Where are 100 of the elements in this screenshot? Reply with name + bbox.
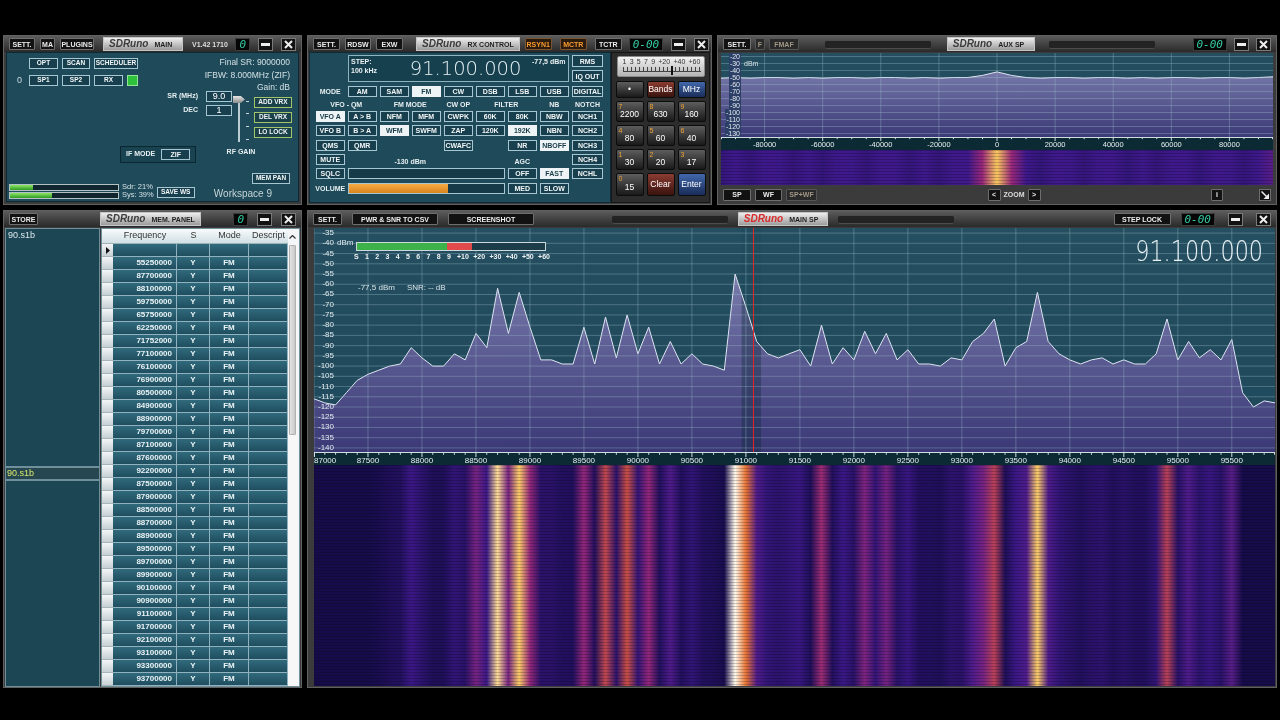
close-button[interactable] bbox=[694, 37, 710, 51]
table-cell: FM bbox=[210, 595, 249, 608]
drag-grip[interactable] bbox=[825, 39, 931, 49]
resize-button[interactable] bbox=[1259, 188, 1271, 201]
table-cell: FM bbox=[210, 621, 249, 634]
input-field[interactable]: 1 bbox=[206, 105, 232, 116]
squelch-bar[interactable] bbox=[348, 168, 505, 180]
minimize-button[interactable] bbox=[1234, 37, 1249, 51]
table-cell: FM bbox=[210, 673, 249, 686]
app-logo: SDRuno bbox=[109, 39, 149, 49]
keypad-key[interactable]: MHz bbox=[677, 81, 706, 98]
table-cell bbox=[210, 244, 249, 257]
axis-label: -35 bbox=[322, 229, 334, 238]
axis-label: 88500 bbox=[464, 457, 488, 465]
table-cell: Y bbox=[177, 426, 210, 439]
table-cell: Y bbox=[177, 634, 210, 647]
table-cell bbox=[249, 647, 288, 660]
diagonal-arrow-icon bbox=[1261, 190, 1269, 199]
table-cell: Y bbox=[177, 335, 210, 348]
minimize-button[interactable] bbox=[257, 212, 272, 226]
table-cell: Y bbox=[177, 504, 210, 517]
table-cell bbox=[249, 270, 288, 283]
keypad-key[interactable]: Clear bbox=[646, 173, 675, 196]
table-cell: 92200000 bbox=[113, 465, 177, 478]
axis-label: 90000 bbox=[626, 457, 650, 465]
table-cell: 90100000 bbox=[113, 582, 177, 595]
axis-label: -120 bbox=[318, 403, 334, 411]
input-field[interactable]: 9.0 bbox=[206, 91, 232, 102]
close-button[interactable] bbox=[1256, 37, 1271, 51]
table-cell: 90900000 bbox=[113, 595, 177, 608]
drag-grip[interactable] bbox=[1048, 39, 1155, 49]
close-button[interactable] bbox=[281, 212, 296, 226]
file-name-field[interactable]: 90.s1b bbox=[5, 467, 100, 480]
table-cell: Y bbox=[177, 413, 210, 426]
table-cell: FM bbox=[210, 608, 249, 621]
table-cell: Y bbox=[177, 582, 210, 595]
column-header[interactable]: Descript bbox=[249, 229, 288, 243]
table-cell: FM bbox=[210, 296, 249, 309]
keypad-key[interactable]: Bands bbox=[646, 81, 675, 98]
table-cell: FM bbox=[210, 543, 249, 556]
axis-label: -125 bbox=[318, 413, 334, 422]
table-cell: 93700000 bbox=[113, 673, 177, 686]
table-cell: FM bbox=[210, 270, 249, 283]
table-cell bbox=[249, 322, 288, 335]
slider-track[interactable] bbox=[233, 96, 249, 142]
table-cell bbox=[249, 504, 288, 517]
axis-label: 88000 bbox=[410, 457, 434, 465]
table-cell: Y bbox=[177, 348, 210, 361]
table-cell bbox=[249, 244, 288, 257]
table-cell: Y bbox=[177, 270, 210, 283]
close-button[interactable] bbox=[281, 37, 296, 51]
minimize-button[interactable] bbox=[258, 37, 273, 51]
drag-grip[interactable] bbox=[612, 214, 728, 224]
table-cell bbox=[249, 257, 288, 270]
table-cell: FM bbox=[210, 517, 249, 530]
volume-bar[interactable] bbox=[348, 182, 505, 194]
table-cell: FM bbox=[210, 400, 249, 413]
minimize-button[interactable] bbox=[1228, 212, 1243, 226]
minimize-icon bbox=[1231, 217, 1240, 221]
table-cell: 92100000 bbox=[113, 634, 177, 647]
close-button[interactable] bbox=[1256, 212, 1271, 226]
table-cell: 88900000 bbox=[113, 413, 177, 426]
counter-display: 0 bbox=[233, 212, 248, 226]
info-label: IFBW: 8.000MHz (ZIF) bbox=[204, 68, 290, 81]
drag-grip[interactable] bbox=[837, 214, 954, 224]
list-item[interactable]: 90.s1b bbox=[7, 230, 98, 241]
slider-thumb[interactable] bbox=[233, 96, 245, 103]
scrollbar-thumb[interactable] bbox=[289, 245, 296, 435]
minimize-icon bbox=[260, 217, 269, 221]
table-cell bbox=[249, 387, 288, 400]
column-header[interactable]: S bbox=[177, 229, 210, 243]
table-cell bbox=[249, 465, 288, 478]
table-cell bbox=[249, 634, 288, 647]
axis-label: -95 bbox=[322, 351, 334, 360]
table-cell: FM bbox=[210, 582, 249, 595]
axis-label: -60 bbox=[322, 280, 334, 289]
table-cell: FM bbox=[210, 309, 249, 322]
axis-label: -40 bbox=[322, 239, 334, 248]
keypad-key[interactable]: • bbox=[615, 81, 644, 98]
info-label: Final SR: 9000000 bbox=[219, 56, 290, 69]
table-cell bbox=[249, 439, 288, 452]
column-header[interactable]: Frequency bbox=[113, 229, 177, 243]
table-cell: FM bbox=[210, 374, 249, 387]
table-cell: 91100000 bbox=[113, 608, 177, 621]
table-cell: 89500000 bbox=[113, 543, 177, 556]
table-cell: 62250000 bbox=[113, 322, 177, 335]
counter-display: 0 bbox=[235, 37, 250, 51]
axis-label: 92000 bbox=[842, 457, 865, 465]
axis-label: 89000 bbox=[518, 457, 542, 465]
close-icon bbox=[1259, 39, 1268, 49]
table-cell: 89900000 bbox=[113, 569, 177, 582]
column-header[interactable]: Mode bbox=[210, 229, 249, 243]
app-logo: SDRuno bbox=[106, 214, 146, 224]
minimize-button[interactable] bbox=[671, 37, 687, 51]
frequency-readout: 91.100.000 bbox=[409, 59, 522, 79]
table-cell: Y bbox=[177, 374, 210, 387]
table-cell: Y bbox=[177, 322, 210, 335]
keypad-key[interactable]: Enter bbox=[677, 173, 706, 196]
table-cell: Y bbox=[177, 309, 210, 322]
axis-label: 91500 bbox=[788, 457, 811, 465]
